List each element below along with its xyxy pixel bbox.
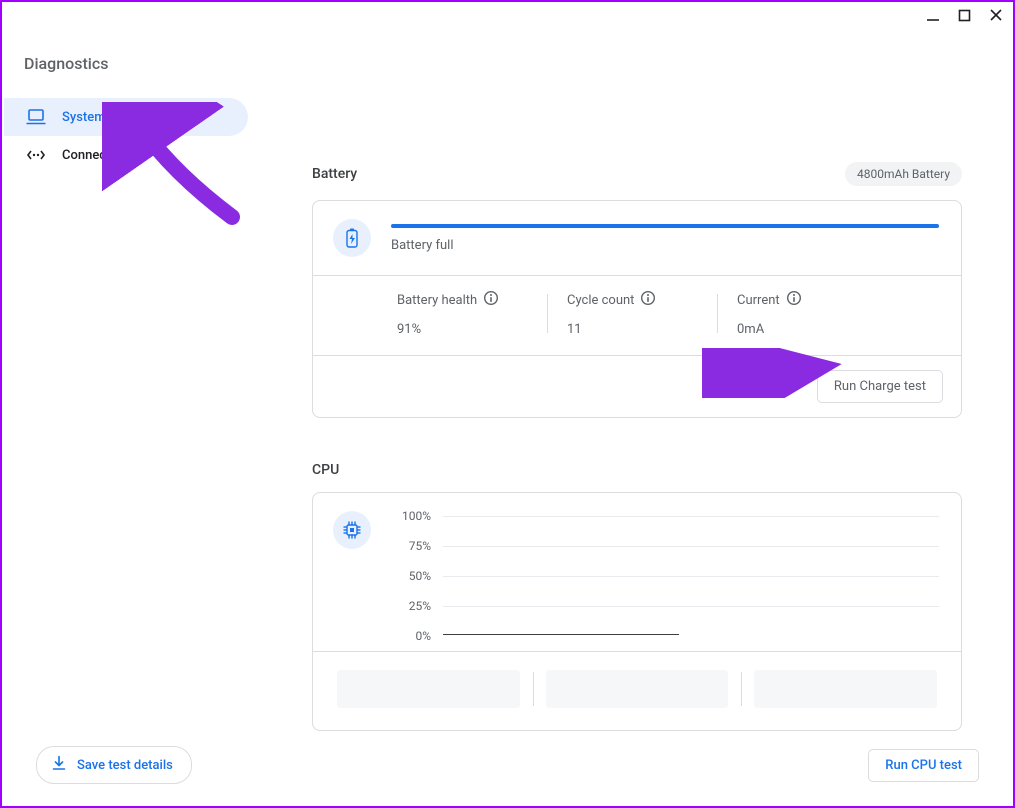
info-icon[interactable] bbox=[786, 290, 802, 310]
sidebar-item-label: Connectivity bbox=[62, 148, 134, 163]
laptop-icon bbox=[26, 109, 46, 125]
stat-label-health: Battery health bbox=[397, 293, 477, 308]
cpu-stat-placeholder bbox=[546, 670, 729, 708]
main-content: Battery 4800mAh Battery Battery full Bat… bbox=[312, 162, 962, 731]
battery-card: Battery full Battery health 91% Cycle co… bbox=[312, 200, 962, 418]
save-test-details-label: Save test details bbox=[77, 758, 173, 773]
sidebar-item-label: System bbox=[62, 110, 106, 125]
stat-value-cycles: 11 bbox=[567, 322, 717, 337]
section-title-battery: Battery bbox=[312, 166, 357, 182]
run-cpu-test-button[interactable]: Run CPU test bbox=[868, 749, 979, 782]
info-icon[interactable] bbox=[640, 290, 656, 310]
download-icon bbox=[51, 755, 67, 775]
y-tick: 0% bbox=[391, 629, 431, 643]
y-tick: 100% bbox=[391, 509, 431, 523]
ethernet-icon bbox=[26, 148, 46, 162]
minimize-icon[interactable] bbox=[926, 8, 940, 22]
battery-status-text: Battery full bbox=[391, 238, 939, 253]
info-icon[interactable] bbox=[483, 290, 499, 310]
cpu-stat-placeholder bbox=[337, 670, 520, 708]
stat-value-current: 0mA bbox=[737, 322, 887, 337]
battery-progress bbox=[391, 224, 939, 228]
maximize-icon[interactable] bbox=[958, 9, 971, 22]
stat-label-current: Current bbox=[737, 293, 780, 308]
sidebar: System Connectivity bbox=[4, 98, 254, 174]
cpu-card: 100% 75% 50% 25% 0% bbox=[312, 492, 962, 731]
battery-icon bbox=[333, 219, 371, 257]
cpu-icon bbox=[333, 511, 371, 549]
stat-value-health: 91% bbox=[397, 322, 547, 337]
close-icon[interactable] bbox=[989, 8, 1003, 22]
y-tick: 50% bbox=[391, 569, 431, 583]
sidebar-item-connectivity[interactable]: Connectivity bbox=[4, 136, 254, 174]
sidebar-item-system[interactable]: System bbox=[4, 98, 248, 136]
cpu-stat-placeholder bbox=[754, 670, 937, 708]
cpu-usage-chart: 100% 75% 50% 25% 0% bbox=[437, 511, 939, 641]
y-tick: 25% bbox=[391, 599, 431, 613]
section-title-cpu: CPU bbox=[312, 462, 339, 478]
stat-label-cycles: Cycle count bbox=[567, 293, 634, 308]
page-title: Diagnostics bbox=[24, 54, 108, 73]
y-tick: 75% bbox=[391, 539, 431, 553]
battery-capacity-chip: 4800mAh Battery bbox=[845, 162, 962, 186]
run-charge-test-button[interactable]: Run Charge test bbox=[817, 370, 943, 403]
save-test-details-button[interactable]: Save test details bbox=[36, 746, 192, 784]
